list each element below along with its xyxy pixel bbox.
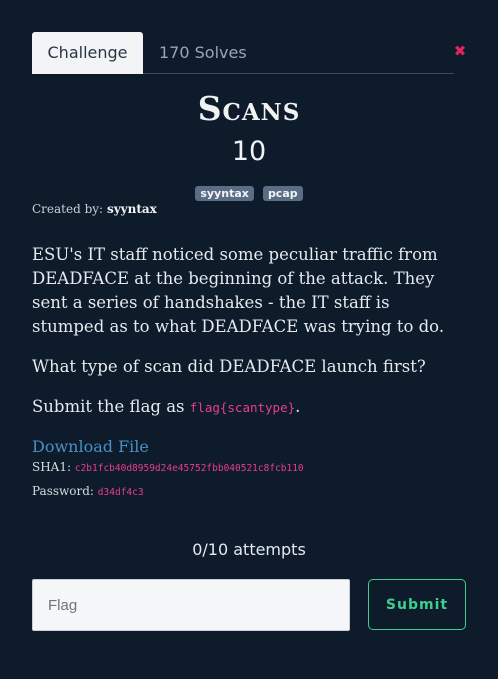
flag-format-prefix: Submit the flag as [32,397,190,416]
author-name: syyntax [106,202,157,216]
author-line: Created by: syyntax [32,202,157,216]
tab-challenge[interactable]: Challenge [32,32,143,74]
flag-format-suffix: . [295,397,301,416]
sha1-label: SHA1: [32,460,72,474]
tag-list: syyntax pcap [0,182,498,201]
close-icon[interactable]: ✖ [453,44,467,59]
password-value: d34df4c3 [97,487,144,498]
submit-button[interactable]: Submit [368,579,466,630]
tag-badge: syyntax [195,186,254,201]
sha1-value: c2b1fcb40d8959d24e45752fbb040521c8fcb110 [74,463,304,474]
challenge-tabs: Challenge 170 Solves [32,32,454,74]
sha1-line: SHA1: c2b1fcb40d8959d24e45752fbb040521c8… [32,460,304,474]
attempts-counter: 0/10 attempts [192,540,306,559]
tag-badge: pcap [262,186,303,201]
challenge-description: ESU's IT staff noticed some peculiar tra… [32,243,464,436]
description-paragraph: ESU's IT staff noticed some peculiar tra… [32,245,445,336]
tab-solves[interactable]: 170 Solves [159,32,247,74]
flag-format-line: Submit the flag as flag{scantype}. [32,395,464,420]
description-question: What type of scan did DEADFACE launch fi… [32,357,426,376]
password-line: Password: d34df4c3 [32,484,144,498]
flag-format-code: flag{scantype} [189,400,296,415]
flag-input[interactable] [32,579,350,631]
password-label: Password: [32,484,94,498]
author-label: Created by: [32,202,104,216]
challenge-title: Scans [197,89,301,128]
challenge-points: 10 [231,136,267,167]
download-file-link[interactable]: Download File [32,437,149,456]
